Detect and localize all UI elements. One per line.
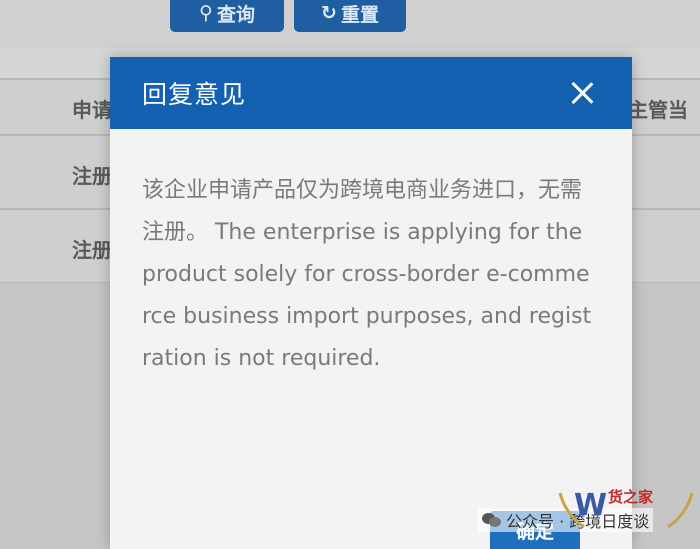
- reply-opinion-dialog: 回复意见 该企业申请产品仅为跨境电商业务进口，无需注册。 The enterpr…: [110, 57, 632, 549]
- dialog-header: 回复意见: [110, 57, 632, 129]
- search-icon: ⚲: [199, 2, 213, 24]
- svg-text:W: W: [574, 488, 607, 523]
- reset-button-label: 重置: [340, 3, 379, 26]
- close-icon[interactable]: [570, 81, 594, 105]
- reset-button[interactable]: ↻ 重置: [294, 0, 406, 32]
- wechat-icon: [482, 512, 502, 528]
- logo-text: 货之家: [608, 488, 654, 506]
- query-button[interactable]: ⚲ 查询: [170, 0, 284, 32]
- table-header-cell: 申请: [72, 98, 112, 122]
- table-row-cell: 注册: [72, 238, 112, 262]
- refresh-icon: ↻: [321, 2, 337, 24]
- table-header-cell: 主管当: [628, 98, 688, 122]
- dialog-message: 该企业申请产品仅为跨境电商业务进口，无需注册。 The enterprise i…: [142, 178, 592, 371]
- table-row-cell: 注册: [72, 164, 112, 188]
- query-button-label: 查询: [216, 3, 255, 26]
- dialog-title: 回复意见: [142, 80, 247, 109]
